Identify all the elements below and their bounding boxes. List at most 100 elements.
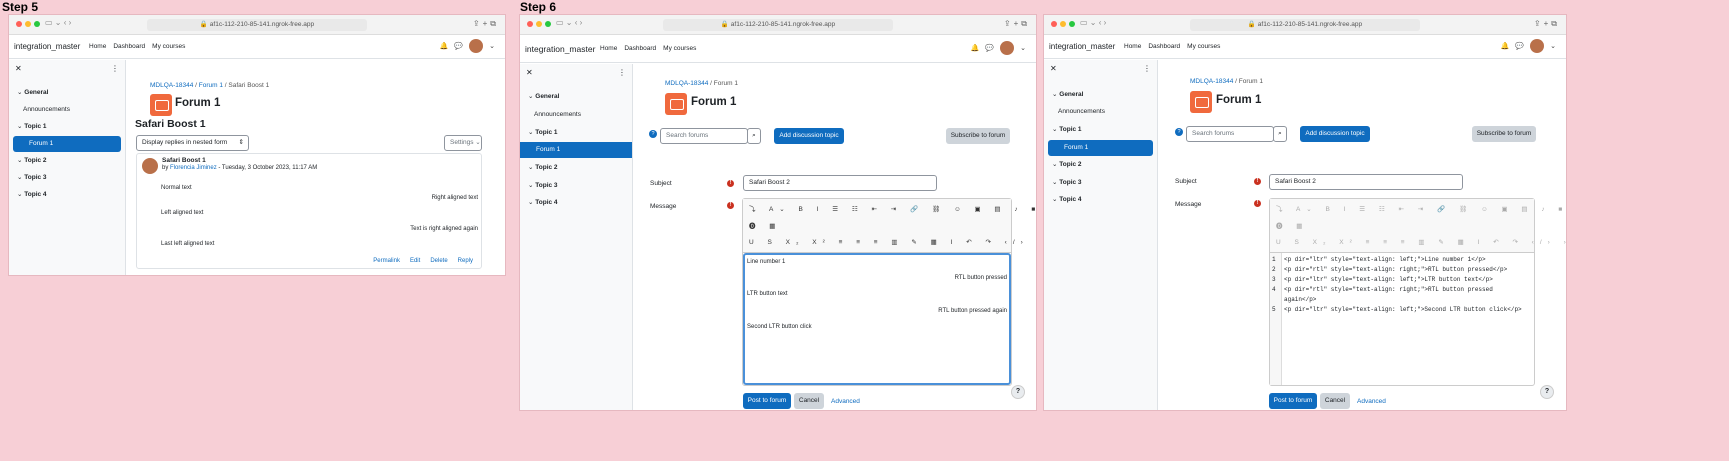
editor-content[interactable]: Line number 1 RTL button pressed LTR but…	[743, 253, 1011, 385]
help-icon[interactable]: ?	[1175, 128, 1183, 136]
sidebar-toggle-icon[interactable]: ▭ ⌄ ‹ ›	[1080, 18, 1106, 27]
chevron-down-icon[interactable]: ⌄	[1550, 42, 1556, 50]
add-discussion-button[interactable]: Add discussion topic	[774, 128, 844, 144]
drawer-item-topic-3[interactable]: Topic 3	[9, 170, 125, 186]
subject-input[interactable]: Safari Boost 2	[743, 175, 937, 191]
site-brand[interactable]: integration_master	[14, 42, 80, 51]
close-icon[interactable]: ✕	[15, 64, 22, 73]
drawer-item-general[interactable]: General	[520, 89, 632, 105]
author-avatar[interactable]	[142, 158, 158, 174]
help-fab-icon[interactable]: ?	[1540, 385, 1554, 399]
nav-home[interactable]: Home	[1124, 43, 1141, 50]
window-controls[interactable]	[527, 21, 551, 27]
drawer-item-forum-1[interactable]: Forum 1	[13, 136, 121, 152]
avatar[interactable]	[1530, 39, 1545, 53]
share-icon[interactable]: ⇪+⧉	[1534, 19, 1560, 29]
site-brand[interactable]: integration_master	[1049, 42, 1115, 51]
nav-my-courses[interactable]: My courses	[1187, 43, 1220, 50]
window-controls[interactable]	[1051, 21, 1075, 27]
cancel-button[interactable]: Cancel	[1320, 393, 1350, 409]
close-icon[interactable]: ✕	[1050, 64, 1057, 73]
search-input[interactable]: Search forums	[1186, 126, 1274, 142]
sidebar-toggle-icon[interactable]: ▭ ⌄ ‹ ›	[45, 18, 71, 27]
search-icon[interactable]: ⌕	[1273, 126, 1287, 142]
nav-dashboard[interactable]: Dashboard	[624, 45, 656, 52]
bell-icon[interactable]: 🔔	[971, 44, 980, 52]
nav-my-courses[interactable]: My courses	[152, 43, 185, 50]
share-icon[interactable]: ⇪+⧉	[1004, 19, 1030, 29]
search-input[interactable]: Search forums	[660, 128, 748, 144]
avatar[interactable]	[469, 39, 484, 53]
avatar[interactable]	[1000, 41, 1015, 55]
share-icon[interactable]: ⇪+⧉	[473, 19, 499, 29]
bell-icon[interactable]: 🔔	[1501, 42, 1510, 50]
chat-icon[interactable]: 💬	[985, 44, 994, 52]
subscribe-button[interactable]: Subscribe to forum	[1472, 126, 1536, 142]
chat-icon[interactable]: 💬	[1515, 42, 1524, 50]
settings-dropdown[interactable]: Settings ⌄	[444, 135, 482, 151]
drawer-item-topic-1[interactable]: Topic 1	[1044, 122, 1157, 138]
drawer-item-topic-1[interactable]: Topic 1	[9, 119, 125, 135]
edit-link[interactable]: Edit	[410, 258, 420, 264]
nav-my-courses[interactable]: My courses	[663, 45, 696, 52]
nav-home[interactable]: Home	[600, 45, 617, 52]
nav-dashboard[interactable]: Dashboard	[113, 43, 145, 50]
search-icon[interactable]: ⌕	[747, 128, 761, 144]
post-to-forum-button[interactable]: Post to forum	[743, 393, 791, 409]
site-brand[interactable]: integration_master	[525, 44, 595, 54]
help-icon[interactable]: ?	[649, 130, 657, 138]
drawer-item-announcements[interactable]: Announcements	[1044, 104, 1157, 120]
drawer-item-general[interactable]: General	[1044, 87, 1157, 103]
sidebar-toggle-icon[interactable]: ▭ ⌄ ‹ ›	[556, 18, 582, 27]
toolbar-row-1[interactable]: ⤵ A⌄ B I ☰ ☷ ⇤ ⇥ 🔗 ⛓ ☺ ▣ ▤ ♪ ■ ⧉	[749, 203, 1036, 214]
cancel-button[interactable]: Cancel	[794, 393, 824, 409]
drawer-item-topic-2[interactable]: Topic 2	[9, 153, 125, 169]
chevron-down-icon[interactable]: ⌄	[489, 42, 495, 50]
nav-home[interactable]: Home	[89, 43, 106, 50]
drawer-item-topic-1[interactable]: Topic 1	[520, 125, 632, 141]
kebab-icon[interactable]: ⋮	[1143, 64, 1151, 73]
toolbar-row-2[interactable]: ⓿ ▦	[749, 220, 781, 230]
permalink-link[interactable]: Permalink	[373, 258, 400, 264]
display-mode-select[interactable]: Display replies in nested form ⇕	[136, 135, 249, 151]
nav-dashboard[interactable]: Dashboard	[1148, 43, 1180, 50]
breadcrumb-course[interactable]: MDLQA-18344	[665, 80, 708, 87]
author-link[interactable]: Florencia Jiminez	[170, 165, 217, 171]
breadcrumb-course[interactable]: MDLQA-18344	[1190, 78, 1233, 85]
breadcrumb-forum[interactable]: Forum 1	[199, 82, 223, 89]
drawer-item-announcements[interactable]: Announcements	[9, 102, 125, 118]
kebab-icon[interactable]: ⋮	[111, 64, 119, 73]
drawer-item-topic-4[interactable]: Topic 4	[9, 187, 125, 203]
toolbar-row-3[interactable]: U S X₂ X² ≡ ≡ ≡ ▥ ✎ ▦ I ↶ ↷ ‹/› › ‹	[1276, 238, 1566, 246]
address-bar[interactable]: 🔒 af1c-112-210-85-141.ngrok-free.app	[1190, 19, 1420, 31]
drawer-item-topic-4[interactable]: Topic 4	[520, 195, 632, 211]
reply-link[interactable]: Reply	[458, 258, 473, 264]
window-controls[interactable]	[16, 21, 40, 27]
add-discussion-button[interactable]: Add discussion topic	[1300, 126, 1370, 142]
kebab-icon[interactable]: ⋮	[618, 68, 626, 77]
subject-input[interactable]: Safari Boost 2	[1269, 174, 1463, 190]
drawer-item-forum-1[interactable]: Forum 1	[1048, 140, 1153, 156]
delete-link[interactable]: Delete	[430, 258, 447, 264]
drawer-item-topic-3[interactable]: Topic 3	[1044, 175, 1157, 191]
drawer-item-topic-2[interactable]: Topic 2	[520, 160, 632, 176]
subscribe-button[interactable]: Subscribe to forum	[946, 128, 1010, 144]
toolbar-row-3[interactable]: U S X₂ X² ≡ ≡ ≡ ▥ ✎ ▦ I ↶ ↷ ‹/› › ‹	[749, 238, 1036, 246]
close-icon[interactable]: ✕	[526, 68, 533, 77]
drawer-item-announcements[interactable]: Announcements	[520, 107, 632, 123]
address-bar[interactable]: 🔒 af1c-112-210-85-141.ngrok-free.app	[147, 19, 367, 31]
drawer-item-forum-1[interactable]: Forum 1	[520, 142, 632, 158]
post-to-forum-button[interactable]: Post to forum	[1269, 393, 1317, 409]
help-fab-icon[interactable]: ?	[1011, 385, 1025, 399]
advanced-link[interactable]: Advanced	[831, 398, 860, 405]
chat-icon[interactable]: 💬	[454, 42, 463, 50]
bell-icon[interactable]: 🔔	[440, 42, 449, 50]
drawer-item-general[interactable]: General	[9, 85, 125, 101]
advanced-link[interactable]: Advanced	[1357, 398, 1386, 405]
drawer-item-topic-2[interactable]: Topic 2	[1044, 157, 1157, 173]
chevron-down-icon[interactable]: ⌄	[1020, 44, 1026, 52]
address-bar[interactable]: 🔒 af1c-112-210-85-141.ngrok-free.app	[663, 19, 893, 31]
breadcrumb-course[interactable]: MDLQA-18344	[150, 82, 193, 89]
code-content[interactable]: <p dir="ltr" style="text-align: left;">L…	[1284, 253, 1532, 385]
drawer-item-topic-3[interactable]: Topic 3	[520, 178, 632, 194]
